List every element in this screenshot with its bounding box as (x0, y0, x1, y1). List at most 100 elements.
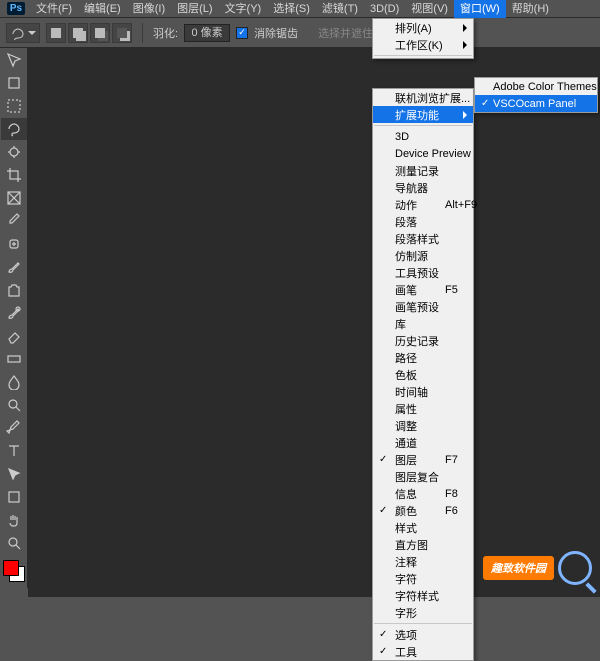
canvas-area[interactable] (28, 48, 600, 597)
tool-rectangle[interactable] (1, 486, 27, 508)
tool-hand[interactable] (1, 509, 27, 531)
tool-pen[interactable] (1, 417, 27, 439)
menu-6[interactable]: 滤镜(T) (316, 0, 364, 18)
window-item-5[interactable]: 测量记录 (373, 162, 473, 179)
menu-5[interactable]: 选择(S) (267, 0, 316, 18)
artboard-icon (6, 75, 22, 91)
window-item-9[interactable]: 段落样式 (373, 230, 473, 247)
menu-0[interactable]: 文件(F) (30, 0, 78, 18)
window-item-27[interactable]: 直方图 (373, 536, 473, 553)
window-item-13[interactable]: 画笔预设 (373, 298, 473, 315)
window-item-26[interactable]: 样式 (373, 519, 473, 536)
quick-select-icon (6, 144, 22, 160)
window-item-21[interactable]: 通道 (373, 434, 473, 451)
tool-marquee[interactable] (1, 95, 27, 117)
window-item-23[interactable]: 图层复合 (373, 468, 473, 485)
tool-clone[interactable] (1, 279, 27, 301)
window-item-29[interactable]: 字符 (373, 570, 473, 587)
tool-eyedropper[interactable] (1, 210, 27, 232)
menu-10[interactable]: 帮助(H) (506, 0, 555, 18)
tool-quick-select[interactable] (1, 141, 27, 163)
window-item-25[interactable]: ✓颜色F6 (373, 502, 473, 519)
antialias-label: 消除锯齿 (254, 25, 298, 41)
selection-intersect-button[interactable] (112, 23, 132, 43)
window-item-30[interactable]: 字符样式 (373, 587, 473, 604)
tool-brush[interactable] (1, 256, 27, 278)
window-item-18[interactable]: 时间轴 (373, 383, 473, 400)
color-swatches[interactable] (1, 558, 27, 584)
menu-item-label: Adobe Color Themes (493, 81, 597, 93)
tool-healing[interactable] (1, 233, 27, 255)
menu-3[interactable]: 图层(L) (171, 0, 218, 18)
window-item-16[interactable]: 路径 (373, 349, 473, 366)
window-item-34[interactable]: ✓工具 (373, 643, 473, 660)
watermark: 趣致软件园 (483, 551, 592, 585)
window-item-19[interactable]: 属性 (373, 400, 473, 417)
menu-8[interactable]: 视图(V) (405, 0, 454, 18)
tool-frame[interactable] (1, 187, 27, 209)
foreground-color[interactable] (3, 560, 19, 576)
window-item-22[interactable]: ✓图层F7 (373, 451, 473, 468)
menu-item-label: 选项 (395, 627, 417, 643)
tool-crop[interactable] (1, 164, 27, 186)
window-item-33[interactable]: ✓选项 (373, 626, 473, 643)
antialias-checkbox[interactable]: ✓ (236, 27, 248, 39)
window-item-7[interactable]: 动作Alt+F9 (373, 196, 473, 213)
tool-type[interactable] (1, 440, 27, 462)
menu-4[interactable]: 文字(Y) (219, 0, 268, 18)
tool-eraser[interactable] (1, 325, 27, 347)
tool-artboard[interactable] (1, 72, 27, 94)
menu-item-label: 工作区(K) (395, 37, 443, 53)
window-item-11[interactable]: 工具预设 (373, 264, 473, 281)
tool-gradient[interactable] (1, 348, 27, 370)
tool-dodge[interactable] (1, 394, 27, 416)
window-top-item-1[interactable]: 工作区(K) (373, 36, 473, 53)
menu-9[interactable]: 窗口(W) (454, 0, 506, 18)
hand-icon (6, 512, 22, 528)
window-item-12[interactable]: 画笔F5 (373, 281, 473, 298)
window-item-4[interactable]: Device Preview (373, 145, 473, 162)
menu-2[interactable]: 图像(I) (127, 0, 171, 18)
lasso-icon (10, 26, 24, 40)
window-item-31[interactable]: 字形 (373, 604, 473, 621)
tool-zoom[interactable] (1, 532, 27, 554)
window-item-0[interactable]: 联机浏览扩展... (373, 89, 473, 106)
feather-field[interactable]: 0 像素 (184, 24, 230, 42)
window-item-1[interactable]: 扩展功能 (373, 106, 473, 123)
window-item-14[interactable]: 库 (373, 315, 473, 332)
window-item-8[interactable]: 段落 (373, 213, 473, 230)
menu-item-label: 通道 (395, 435, 417, 451)
menu-item-label: 画笔预设 (395, 299, 439, 315)
ext-item-1[interactable]: ✓VSCOcam Panel (475, 95, 597, 112)
menu-item-label: 字形 (395, 605, 417, 621)
window-item-28[interactable]: 注释 (373, 553, 473, 570)
selection-new-button[interactable] (46, 23, 66, 43)
menu-item-label: 直方图 (395, 537, 428, 553)
tool-path-select[interactable] (1, 463, 27, 485)
window-item-15[interactable]: 历史记录 (373, 332, 473, 349)
window-item-24[interactable]: 信息F8 (373, 485, 473, 502)
tool-lasso[interactable] (1, 118, 27, 140)
tool-blur[interactable] (1, 371, 27, 393)
tool-history-brush[interactable] (1, 302, 27, 324)
window-item-17[interactable]: 色板 (373, 366, 473, 383)
menu-item-label: 图层 (395, 452, 417, 468)
window-item-3[interactable]: 3D (373, 128, 473, 145)
separator (374, 55, 472, 56)
menu-7[interactable]: 3D(D) (364, 0, 405, 18)
window-item-6[interactable]: 导航器 (373, 179, 473, 196)
window-top-item-0[interactable]: 排列(A) (373, 19, 473, 36)
menu-1[interactable]: 编辑(E) (78, 0, 127, 18)
check-icon: ✓ (481, 98, 489, 109)
window-item-10[interactable]: 仿制源 (373, 247, 473, 264)
window-item-20[interactable]: 调整 (373, 417, 473, 434)
path-select-icon (6, 466, 22, 482)
menubar: Ps 文件(F)编辑(E)图像(I)图层(L)文字(Y)选择(S)滤镜(T)3D… (0, 0, 600, 18)
selection-add-button[interactable] (68, 23, 88, 43)
selection-subtract-button[interactable] (90, 23, 110, 43)
lasso-icon (6, 121, 22, 137)
menu-item-label: 动作 (395, 197, 417, 213)
tool-move[interactable] (1, 49, 27, 71)
tool-preset-picker[interactable] (6, 23, 40, 43)
ext-item-0[interactable]: Adobe Color Themes (475, 78, 597, 95)
